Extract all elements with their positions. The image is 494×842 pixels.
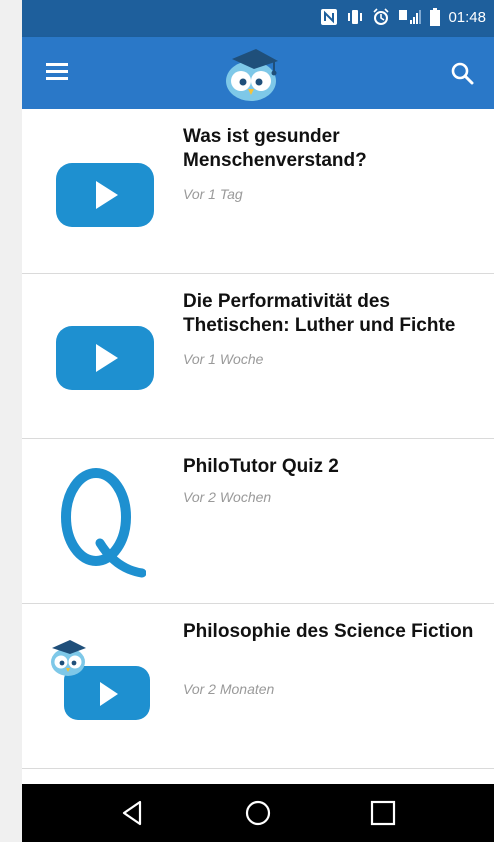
item-timestamp: Vor 2 Wochen <box>183 489 272 505</box>
list-item[interactable]: PhiloTutor Quiz 2 Vor 2 Wochen <box>22 439 494 604</box>
item-title: PhiloTutor Quiz 2 <box>183 456 339 477</box>
owl-video-icon <box>51 640 150 720</box>
app-screen: 01:48 Was ist gesunder Menschenverstand?… <box>22 0 494 842</box>
feed-list: Was ist gesunder Menschenverstand? Vor 1… <box>22 109 494 769</box>
nfc-icon <box>321 9 338 25</box>
signal-icon <box>399 10 422 24</box>
menu-button[interactable] <box>46 63 70 83</box>
item-title: Philosophie des Science Fiction <box>183 621 474 642</box>
item-timestamp: Vor 1 Tag <box>183 186 243 202</box>
alarm-icon <box>373 8 390 25</box>
item-title: Was ist gesunder Menschenverstand? <box>183 126 367 171</box>
search-icon[interactable] <box>450 61 474 85</box>
system-nav-bar <box>22 784 494 842</box>
list-item[interactable]: Die Performativität des Thetischen: Luth… <box>22 274 494 439</box>
list-item[interactable]: Philosophie des Science Fiction Vor 2 Mo… <box>22 604 494 769</box>
home-icon[interactable] <box>243 798 273 828</box>
battery-icon <box>430 8 441 26</box>
item-timestamp: Vor 1 Woche <box>183 351 264 367</box>
status-bar: 01:48 <box>22 0 494 37</box>
hamburger-line <box>46 77 68 80</box>
clock: 01:48 <box>448 8 486 26</box>
owl-logo[interactable] <box>218 43 284 105</box>
hamburger-line <box>46 70 68 73</box>
item-timestamp: Vor 2 Monaten <box>183 681 275 697</box>
video-play-icon <box>56 163 154 227</box>
hamburger-menu-icon <box>46 63 68 66</box>
vibrate-icon <box>348 10 363 24</box>
list-item[interactable]: Was ist gesunder Menschenverstand? Vor 1… <box>22 109 494 274</box>
recents-icon[interactable] <box>368 798 398 828</box>
back-icon[interactable] <box>118 798 148 828</box>
app-bar <box>22 37 494 109</box>
video-play-icon <box>56 326 154 390</box>
quiz-q-icon <box>61 468 146 578</box>
item-title: Die Performativität des Thetischen: Luth… <box>183 291 456 336</box>
